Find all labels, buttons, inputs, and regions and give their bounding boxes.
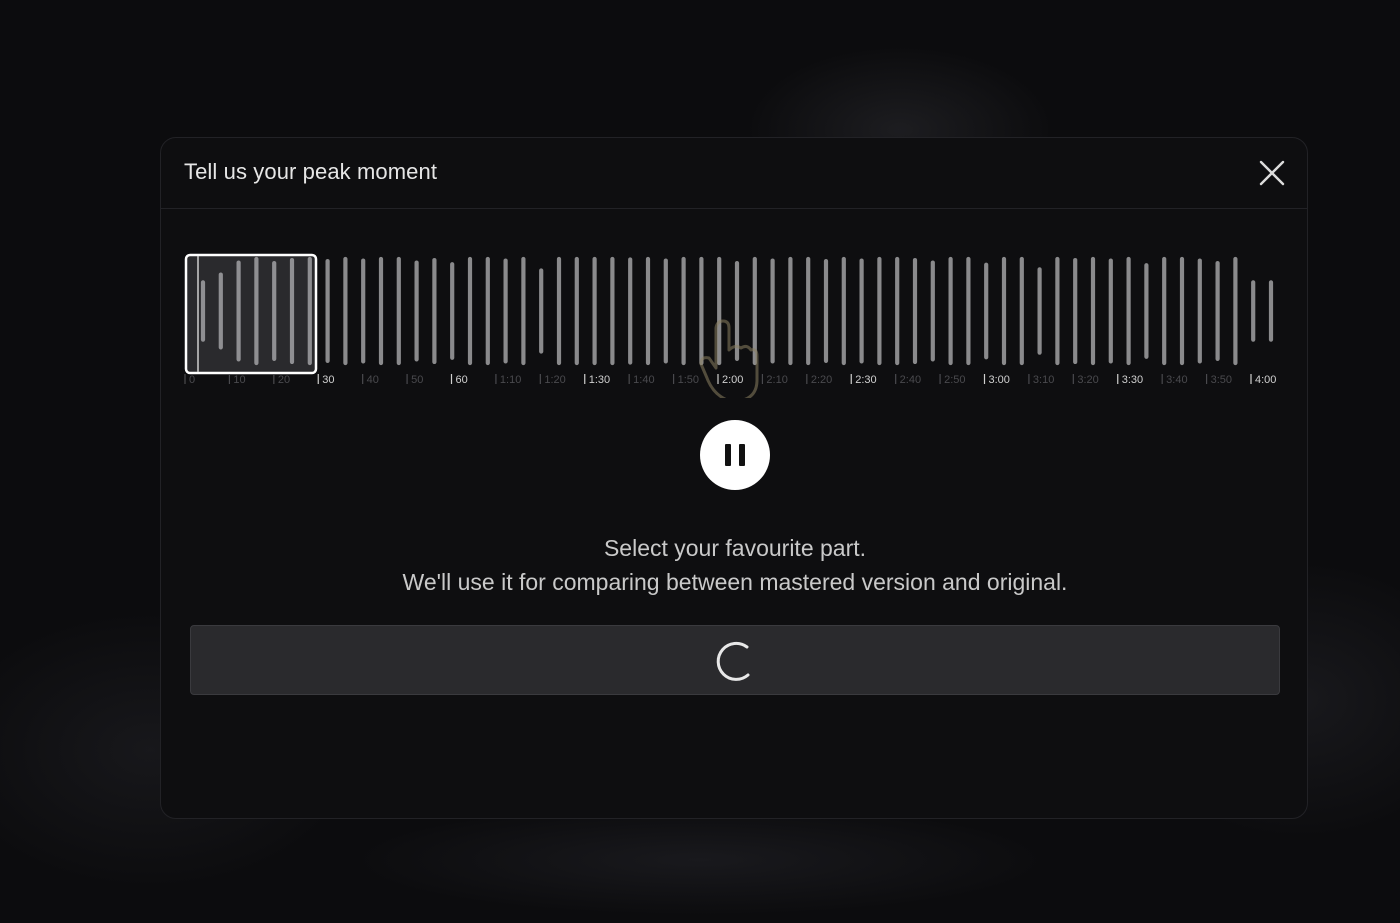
time-label: 0 — [189, 374, 195, 386]
time-label: 30 — [322, 374, 334, 386]
time-label: 1:20 — [544, 374, 565, 386]
time-label: 3:00 — [989, 374, 1010, 386]
time-label: 2:20 — [811, 374, 832, 386]
time-label: 40 — [367, 374, 379, 386]
time-label: 3:20 — [1077, 374, 1098, 386]
time-label: 1:50 — [678, 374, 699, 386]
time-label: 3:40 — [1166, 374, 1187, 386]
time-label: 3:30 — [1122, 374, 1143, 386]
time-label: 10 — [233, 374, 245, 386]
time-label: 2:10 — [766, 374, 787, 386]
spinner-icon — [716, 641, 750, 681]
instruction-line-1: Select your favourite part. — [603, 535, 867, 561]
pointer-hand-icon — [699, 319, 759, 398]
selection-window[interactable] — [184, 253, 318, 375]
time-label: 2:50 — [944, 374, 965, 386]
waveform-timeline[interactable]: 0 10 20 30 40 50 60 1:10 1:20 1:30 1:40 1:50 2:00 2:1… — [161, 138, 1309, 398]
time-label: 2:30 — [855, 374, 876, 386]
pause-icon — [725, 444, 731, 466]
time-label: 4:00 — [1255, 374, 1276, 386]
time-label: 60 — [456, 374, 468, 386]
time-label: 50 — [411, 374, 423, 386]
time-label: 1:10 — [500, 374, 521, 386]
time-label: 3:50 — [1211, 374, 1232, 386]
peak-moment-modal: Tell us your peak moment 0 10 20 30 40 50 60 1:… — [160, 137, 1308, 819]
submit-loading-button[interactable] — [190, 625, 1280, 695]
time-label: 3:10 — [1033, 374, 1054, 386]
pause-button[interactable] — [700, 420, 770, 490]
time-label: 2:40 — [900, 374, 921, 386]
time-label: 1:40 — [633, 374, 654, 386]
time-label: 1:30 — [589, 374, 610, 386]
instruction-line-2: We'll use it for comparing between maste… — [402, 569, 1068, 595]
pause-icon-bar — [739, 444, 745, 466]
time-label: 2:00 — [722, 374, 743, 386]
time-label: 20 — [278, 374, 290, 386]
